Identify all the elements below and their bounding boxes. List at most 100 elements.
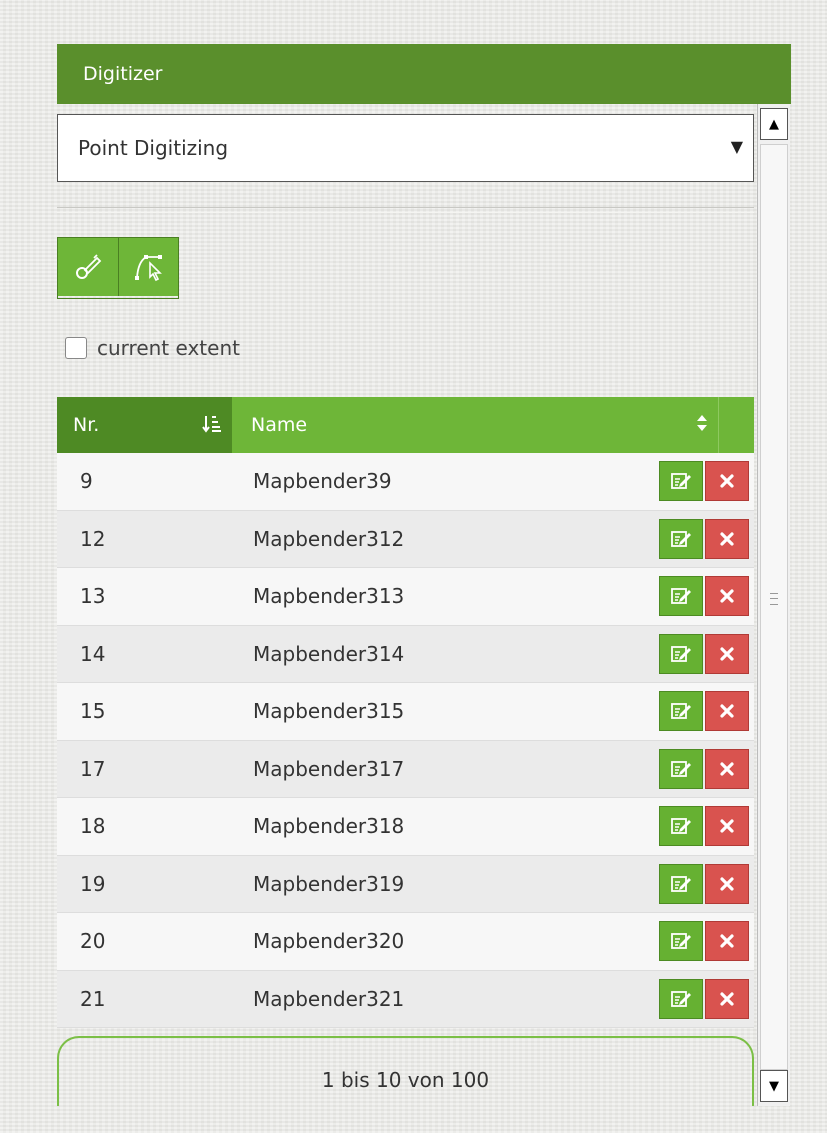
close-icon [720, 647, 734, 661]
cell-name: Mapbender321 [253, 986, 405, 1011]
close-icon [720, 704, 734, 718]
sort-both-icon [696, 413, 708, 438]
delete-button[interactable] [705, 806, 749, 847]
close-icon [720, 877, 734, 891]
cell-actions [658, 913, 754, 970]
edit-button[interactable] [659, 863, 703, 904]
edit-icon [671, 530, 691, 547]
table-body: 9 Mapbender39 12 Mapbender312 13 Mapbender313… [57, 453, 754, 1028]
table-row[interactable]: 18 Mapbender318 [57, 798, 754, 856]
cell-actions [658, 511, 754, 568]
panel-title: Digitizer [57, 44, 791, 104]
edit-icon [671, 875, 691, 892]
cell-nr: 19 [80, 871, 106, 896]
vertical-scrollbar[interactable]: ▲ ▼ [757, 104, 790, 1106]
delete-button[interactable] [705, 576, 749, 617]
close-icon [720, 474, 734, 488]
draw-point-icon [76, 254, 102, 279]
close-icon [720, 762, 734, 776]
dropdown-arrow-icon[interactable]: ▼ [731, 137, 743, 156]
cell-actions [658, 971, 754, 1028]
table-header: Nr. Name [57, 397, 754, 453]
edit-button[interactable] [659, 633, 703, 674]
close-icon [720, 992, 734, 1006]
close-icon [720, 589, 734, 603]
current-extent-label: current extent [97, 336, 240, 360]
current-extent-checkbox[interactable] [65, 337, 87, 359]
cell-nr: 20 [80, 929, 106, 954]
cell-actions [658, 683, 754, 740]
cell-actions [658, 626, 754, 683]
edit-button[interactable] [659, 576, 703, 617]
feature-table: Nr. Name 9 Mapbender39 12 Mapbender312 1… [57, 397, 754, 1028]
table-row[interactable]: 21 Mapbender321 [57, 970, 754, 1028]
edit-button[interactable] [659, 806, 703, 847]
cell-name: Mapbender319 [253, 871, 405, 896]
cell-actions [658, 856, 754, 913]
draw-point-button[interactable] [58, 238, 118, 296]
pagination-info: 1 bis 10 von 100 [57, 1036, 754, 1106]
cell-nr: 17 [80, 756, 106, 781]
edit-icon [671, 818, 691, 835]
cell-name: Mapbender315 [253, 699, 405, 724]
table-row[interactable]: 19 Mapbender319 [57, 855, 754, 913]
scroll-down-arrow-icon[interactable]: ▼ [760, 1070, 788, 1102]
close-icon [720, 934, 734, 948]
modify-feature-icon [134, 255, 162, 282]
column-header-nr[interactable]: Nr. [57, 397, 232, 453]
edit-button[interactable] [659, 691, 703, 732]
cell-actions [658, 741, 754, 798]
tool-bar [57, 237, 179, 299]
divider [57, 207, 754, 208]
close-icon [720, 532, 734, 546]
cell-actions [658, 453, 754, 510]
grip-icon [770, 593, 778, 605]
cell-nr: 9 [80, 469, 93, 494]
close-icon [720, 819, 734, 833]
table-row[interactable]: 15 Mapbender315 [57, 683, 754, 741]
column-header-name[interactable]: Name [232, 397, 718, 453]
edit-icon [671, 933, 691, 950]
edit-button[interactable] [659, 461, 703, 502]
cell-name: Mapbender314 [253, 641, 405, 666]
cell-nr: 15 [80, 699, 106, 724]
cell-actions [658, 798, 754, 855]
table-row[interactable]: 12 Mapbender312 [57, 510, 754, 568]
edit-icon [671, 645, 691, 662]
schema-select[interactable]: Point Digitizing ▼ [57, 114, 754, 182]
pagination-text: 1 bis 10 von 100 [321, 1068, 490, 1092]
delete-button[interactable] [705, 691, 749, 732]
delete-button[interactable] [705, 921, 749, 962]
edit-icon [671, 473, 691, 490]
cell-name: Mapbender318 [253, 814, 405, 839]
delete-button[interactable] [705, 978, 749, 1019]
cell-nr: 14 [80, 641, 106, 666]
edit-button[interactable] [659, 518, 703, 559]
delete-button[interactable] [705, 863, 749, 904]
table-row[interactable]: 17 Mapbender317 [57, 740, 754, 798]
delete-button[interactable] [705, 461, 749, 502]
edit-icon [671, 703, 691, 720]
scroll-up-arrow-icon[interactable]: ▲ [760, 108, 788, 140]
modify-feature-button[interactable] [118, 238, 178, 296]
table-row[interactable]: 13 Mapbender313 [57, 568, 754, 626]
table-row[interactable]: 14 Mapbender314 [57, 625, 754, 683]
delete-button[interactable] [705, 518, 749, 559]
edit-button[interactable] [659, 921, 703, 962]
digitizer-panel: Digitizer Point Digitizing ▼ current ext… [0, 0, 827, 1133]
table-row[interactable]: 20 Mapbender320 [57, 913, 754, 971]
scrollbar-thumb[interactable] [760, 144, 788, 1070]
cell-name: Mapbender320 [253, 929, 405, 954]
current-extent-filter[interactable]: current extent [65, 336, 240, 360]
delete-button[interactable] [705, 633, 749, 674]
column-header-actions [718, 397, 754, 453]
delete-button[interactable] [705, 748, 749, 789]
cell-name: Mapbender313 [253, 584, 405, 609]
cell-name: Mapbender39 [253, 469, 392, 494]
sort-ascending-icon [202, 413, 222, 440]
edit-button[interactable] [659, 748, 703, 789]
schema-select-value: Point Digitizing [78, 136, 229, 160]
divider [57, 212, 754, 213]
edit-button[interactable] [659, 978, 703, 1019]
table-row[interactable]: 9 Mapbender39 [57, 453, 754, 511]
